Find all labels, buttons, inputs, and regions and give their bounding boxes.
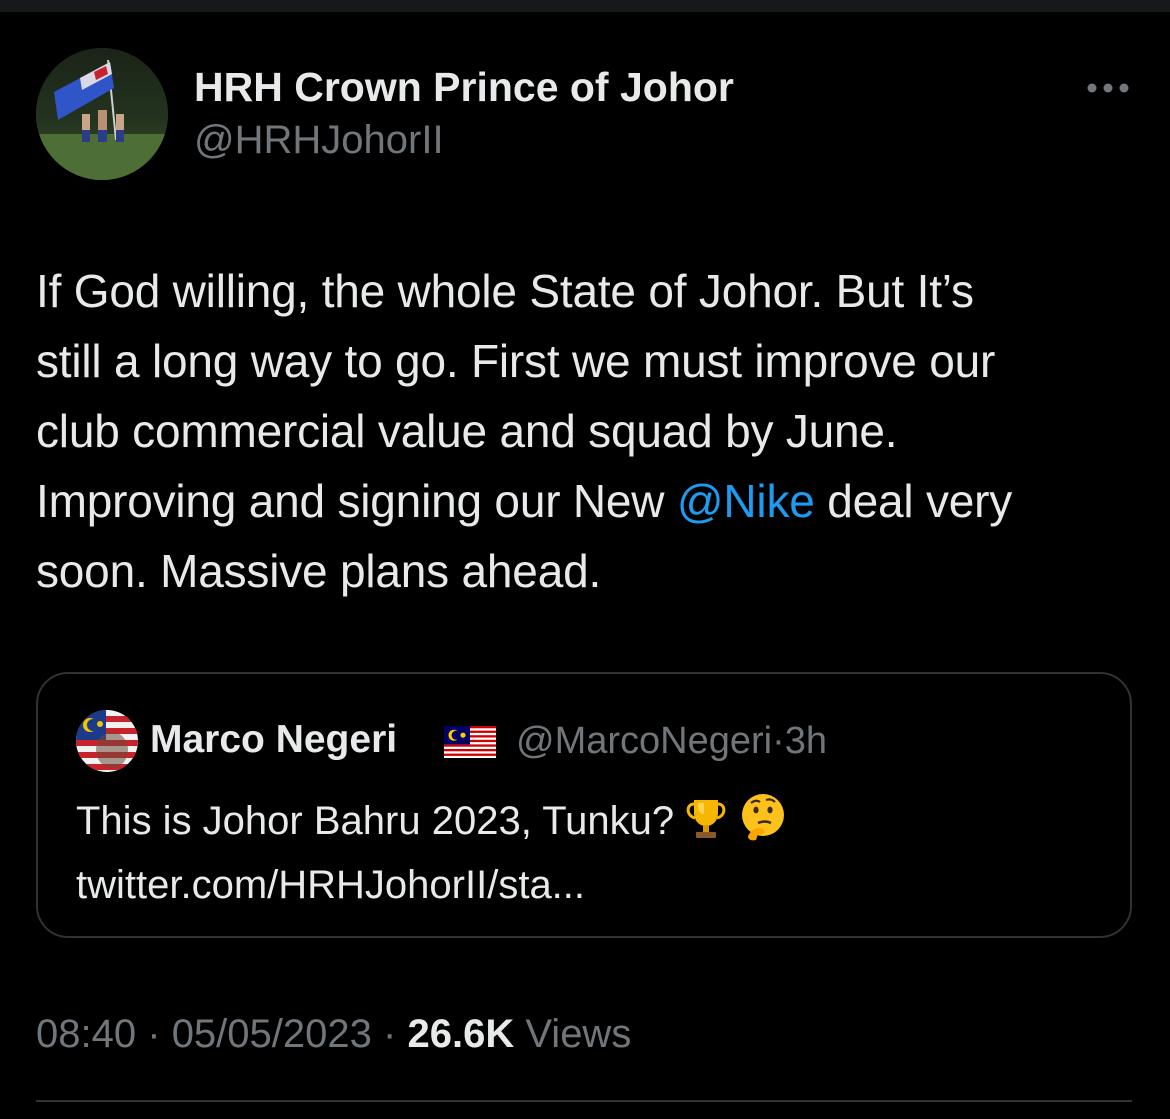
quoted-text-segment: This is Johor Bahru 2023, Tunku? [76, 799, 675, 843]
thinking-face-emoji [738, 792, 788, 857]
author-name[interactable]: HRH Crown Prince of Johor [194, 64, 734, 111]
quoted-author-name[interactable]: Marco Negeri [150, 718, 397, 762]
nike-mention-link[interactable]: @Nike [677, 475, 815, 527]
quoted-tweet-time: 3h [784, 720, 828, 762]
meta-separator: · [383, 1012, 397, 1056]
quoted-text-line: This is Johor Bahru 2023, Tunku? [76, 792, 1096, 857]
quoted-author-handle: @MarcoNegeri [516, 720, 773, 762]
meta-separator: · [772, 720, 785, 762]
views-label[interactable]: Views [525, 1012, 631, 1056]
quoted-tweet-text: This is Johor Bahru 2023, Tunku? twitter… [76, 792, 1096, 913]
quoted-author-avatar[interactable] [76, 710, 138, 772]
quoted-author-handle-time[interactable]: @MarcoNegeri·3h [516, 720, 827, 763]
tweet-text-line-with-mention: Improving and signing our New @Nike deal… [36, 466, 1136, 536]
tweet-text-segment: Improving and signing our New [36, 475, 677, 527]
tweet-text-line: club commercial value and squad by June. [36, 405, 898, 457]
more-horizontal-icon[interactable] [1084, 78, 1132, 98]
author-handle[interactable]: @HRHJohorII [194, 118, 444, 163]
malaysia-flag-icon [444, 726, 496, 758]
views-count[interactable]: 26.6K [407, 1012, 514, 1056]
tweet-meta: 08:40 · 05/05/2023 · 26.6K Views [36, 1012, 631, 1057]
tweet-text-segment: deal very [814, 475, 1013, 527]
divider [36, 1100, 1132, 1102]
tweet-text-line: soon. Massive plans ahead. [36, 545, 602, 597]
trophy-emoji [682, 794, 730, 857]
top-bar-strip [0, 0, 1170, 12]
tweet-text: If God willing, the whole State of Johor… [36, 256, 1136, 606]
quoted-tweet-card[interactable]: Marco Negeri @MarcoNegeri·3h This is Joh… [36, 672, 1132, 938]
tweet-time[interactable]: 08:40 [36, 1012, 136, 1056]
tweet-detail-page: HRH Crown Prince of Johor @HRHJohorII If… [0, 0, 1170, 1119]
tweet-text-line: If God willing, the whole State of Johor… [36, 265, 974, 317]
quoted-link-line[interactable]: twitter.com/HRHJohorII/sta... [76, 857, 1096, 913]
meta-separator: · [147, 1012, 161, 1056]
tweet-text-line: still a long way to go. First we must im… [36, 335, 996, 387]
tweet-date[interactable]: 05/05/2023 [172, 1012, 372, 1056]
author-avatar[interactable] [36, 48, 168, 180]
